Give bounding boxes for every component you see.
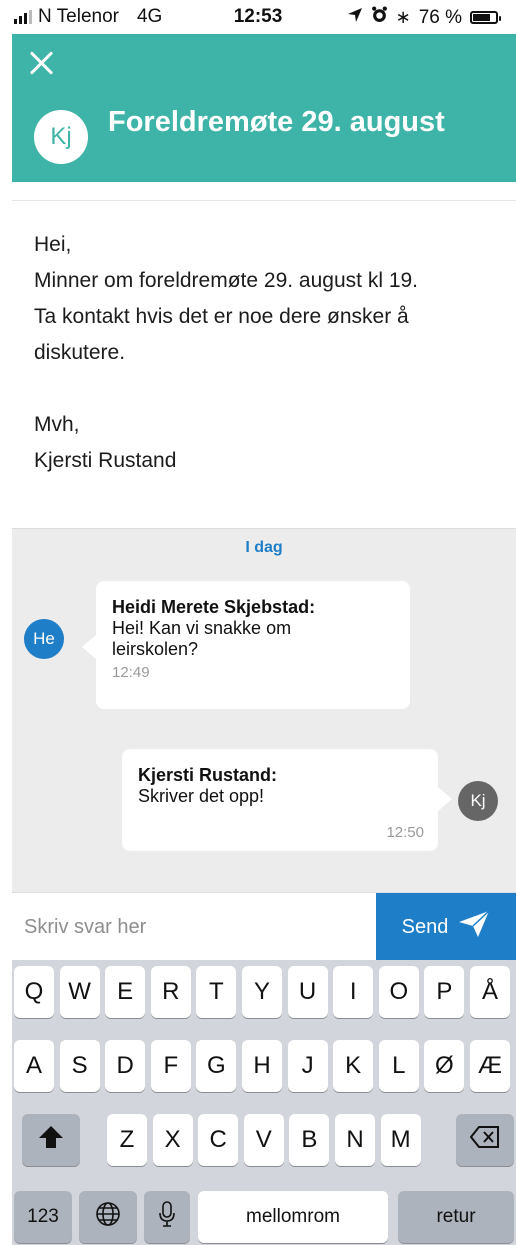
key-q[interactable]: Q: [14, 966, 54, 1018]
backspace-key[interactable]: [456, 1114, 514, 1166]
message-header: Kj Foreldremøte 29. august: [12, 34, 516, 182]
keyboard: 123 mellomrom retur QWERTYUIOPÅ ASDFGHJKL…: [12, 960, 516, 1245]
key-f[interactable]: F: [150, 1040, 191, 1092]
key-k[interactable]: K: [333, 1040, 374, 1092]
key-l[interactable]: L: [378, 1040, 419, 1092]
battery-icon: [470, 11, 501, 24]
key-u[interactable]: U: [287, 966, 328, 1018]
key-h[interactable]: H: [242, 1040, 282, 1092]
key-b[interactable]: B: [289, 1114, 330, 1166]
header-avatar: Kj: [34, 110, 88, 164]
date-divider: I dag: [245, 539, 283, 556]
globe-key[interactable]: [79, 1191, 137, 1243]
microphone-key[interactable]: [144, 1191, 190, 1243]
numbers-key[interactable]: 123: [14, 1191, 72, 1243]
key-s[interactable]: S: [59, 1040, 100, 1092]
sender-name: Kjersti Rustand:: [138, 765, 278, 785]
key-ø[interactable]: Ø: [424, 1040, 465, 1092]
message-line: diskutere.: [34, 341, 126, 364]
message-signature: Kjersti Rustand: [34, 449, 177, 472]
chat-time: 12:50: [386, 824, 424, 841]
globe-icon: [95, 1201, 121, 1234]
message-line: Minner om foreldremøte 29. august kl 19.: [34, 269, 419, 292]
key-c[interactable]: C: [198, 1114, 239, 1166]
send-label: Send: [401, 915, 449, 938]
chat-text: Skriver det opp!: [138, 786, 265, 806]
key-v[interactable]: V: [243, 1114, 284, 1166]
chat-text: Hei! Kan vi snakke om: [112, 618, 292, 638]
shift-key[interactable]: [22, 1114, 80, 1166]
paper-plane-icon: [458, 910, 490, 944]
key-o[interactable]: O: [378, 966, 419, 1018]
chat-bubble-incoming: Heidi Merete Skjebstad: Hei! Kan vi snak…: [82, 581, 410, 709]
send-button[interactable]: Send: [376, 893, 516, 961]
key-m[interactable]: M: [380, 1114, 421, 1166]
bluetooth-icon: ∗: [395, 7, 411, 27]
key-t[interactable]: T: [196, 966, 237, 1018]
space-key[interactable]: mellomrom: [198, 1191, 388, 1243]
key-d[interactable]: D: [105, 1040, 146, 1092]
microphone-icon: [158, 1200, 176, 1234]
location-icon: [347, 7, 363, 29]
chat-text: leirskolen?: [112, 639, 199, 659]
key-z[interactable]: Z: [107, 1114, 147, 1166]
key-n[interactable]: N: [335, 1114, 375, 1166]
message-line: Hei,: [34, 233, 72, 256]
avatar: Kj: [458, 781, 498, 821]
reply-bar: Send: [12, 892, 516, 961]
message-closing: Mvh,: [34, 413, 80, 436]
key-x[interactable]: X: [152, 1114, 193, 1166]
message-body: Hei, Minner om foreldremøte 29. august k…: [12, 200, 516, 529]
key-i[interactable]: I: [333, 966, 374, 1018]
chat-bubble-outgoing: Kjersti Rustand: Skriver det opp! 12:50: [122, 749, 452, 851]
status-right: ∗ 76 %: [347, 6, 501, 29]
status-bar: N Telenor 4G 12:53 ∗ 76 %: [0, 0, 516, 34]
key-y[interactable]: Y: [242, 966, 282, 1018]
key-r[interactable]: R: [150, 966, 191, 1018]
avatar: He: [24, 619, 64, 659]
chat-time: 12:49: [112, 664, 150, 681]
key-e[interactable]: E: [105, 966, 146, 1018]
chat-thread: I dag He Heidi Merete Skjebstad: Hei! Ka…: [12, 528, 516, 893]
close-icon[interactable]: [28, 50, 54, 76]
reply-input[interactable]: [24, 893, 364, 961]
return-key[interactable]: retur: [398, 1191, 514, 1243]
key-æ[interactable]: Æ: [470, 1040, 510, 1092]
page-title: Foreldremøte 29. august: [108, 106, 445, 138]
key-w[interactable]: W: [59, 966, 100, 1018]
key-j[interactable]: J: [287, 1040, 328, 1092]
backspace-icon: [469, 1125, 500, 1155]
alarm-icon: [371, 6, 388, 29]
key-p[interactable]: P: [424, 966, 465, 1018]
key-g[interactable]: G: [196, 1040, 237, 1092]
sender-name: Heidi Merete Skjebstad:: [112, 597, 316, 617]
message-line: Ta kontakt hvis det er noe dere ønsker å: [34, 305, 409, 328]
shift-icon: [38, 1125, 64, 1156]
message-text: Hei, Minner om foreldremøte 29. august k…: [34, 227, 504, 479]
key-å[interactable]: Å: [470, 966, 510, 1018]
key-a[interactable]: A: [14, 1040, 54, 1092]
battery-percent: 76 %: [418, 6, 462, 28]
